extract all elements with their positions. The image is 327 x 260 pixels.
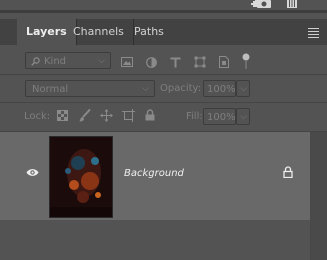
fill-field[interactable]: 100% [203,108,236,125]
top-panel-strip [0,0,327,13]
tab-channels[interactable]: Channels [64,19,134,45]
lock-pixels-icon[interactable] [57,110,68,121]
image-filter-icon[interactable] [121,57,133,67]
lock-label: Lock: [24,111,51,122]
trash-icon[interactable] [286,0,298,9]
scrollbar[interactable] [310,132,327,260]
smart-object-filter-icon[interactable] [219,56,229,68]
eye-icon[interactable] [26,168,39,177]
blend-mode-value: Normal [32,84,69,95]
panel-menu-icon[interactable] [308,28,319,40]
chevron-down-icon: ⌵ [240,84,247,94]
fill-dropdown[interactable]: ⌵ [236,108,250,125]
kind-filter-label: Kind [44,56,67,67]
layer-name[interactable]: Background [124,168,184,179]
divider [0,74,327,75]
chevron-down-icon: ⌵ [142,84,149,94]
opacity-value: 100% [207,84,236,95]
lock-brush-icon[interactable] [79,109,91,122]
layers-panel: Layers Channels Paths Kind ⌵ Normal ⌵ Op… [0,13,327,260]
camera-icon[interactable] [257,0,271,9]
kind-filter-select[interactable]: Kind ⌵ [25,52,111,69]
fill-value: 100% [207,112,236,123]
type-filter-icon[interactable] [170,57,181,68]
chevron-down-icon: ⌵ [98,56,105,66]
adjustment-filter-icon[interactable] [146,57,157,68]
fill-label: Fill: [186,111,203,122]
divider [0,102,327,103]
lock-icon [283,166,293,178]
tab-bar: Layers Channels Paths [0,19,327,45]
lock-all-icon[interactable] [145,109,155,121]
search-icon [31,57,40,66]
layer-row-background[interactable]: Background [0,132,310,220]
opacity-label: Opacity: [160,83,202,94]
chevron-down-icon: ⌵ [240,112,247,122]
lock-position-icon[interactable] [100,109,113,122]
opacity-dropdown[interactable]: ⌵ [236,80,250,97]
filter-toggle-icon[interactable] [242,53,250,69]
tab-paths[interactable]: Paths [125,19,173,45]
blend-mode-select[interactable]: Normal ⌵ [25,80,155,97]
lock-artboard-icon[interactable] [122,109,135,122]
shape-filter-icon[interactable] [194,56,206,68]
opacity-field[interactable]: 100% [203,80,236,97]
layer-thumbnail [49,136,113,218]
